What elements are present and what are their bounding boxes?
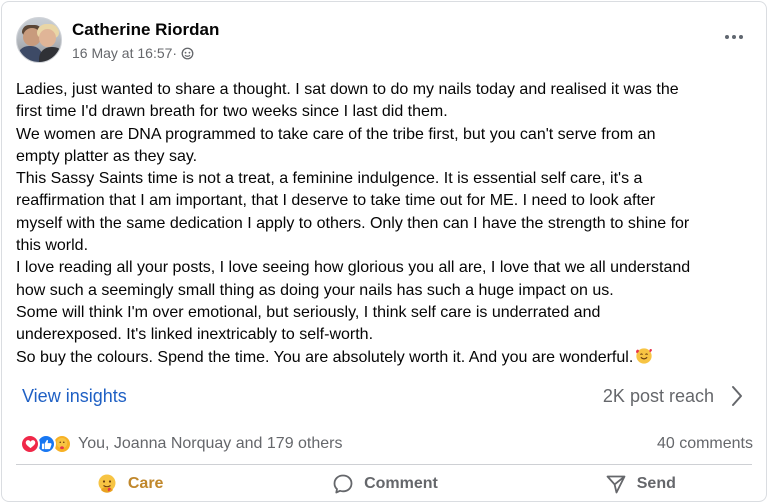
post-line: empty platter as they say. [16, 147, 198, 165]
post-line: This Sassy Saints time is not a treat, a… [16, 170, 643, 188]
action-bar: Care Comment Send [2, 466, 768, 502]
post-body: Ladies, just wanted to share a thought. … [16, 79, 760, 369]
comments-count[interactable]: 40 comments [657, 435, 753, 453]
reactors-text[interactable]: You, Joanna Norquay and 179 others [78, 435, 343, 453]
post-line: myself with the same dedication I apply … [16, 214, 690, 232]
view-insights-link[interactable]: View insights [22, 386, 127, 407]
author-name[interactable]: Catherine Riordan [72, 20, 219, 40]
divider [16, 464, 752, 465]
more-options-icon[interactable] [722, 27, 746, 47]
care-label: Care [127, 475, 164, 492]
post-line: reaffirmation that I am important, that … [16, 192, 656, 210]
care-button[interactable]: Care [2, 466, 257, 502]
post-line: this world. [16, 237, 89, 255]
post-timestamp[interactable]: 16 May at 16:57 [72, 45, 172, 61]
post-card: Catherine Riordan 16 May at 16:57 · Ladi… [1, 1, 767, 502]
meta-separator: · [172, 45, 178, 61]
comment-label: Comment [364, 475, 438, 492]
post-reach[interactable]: 2K post reach [603, 386, 714, 407]
post-line-last: So buy the colours. Spend the time. You … [16, 347, 760, 369]
send-button[interactable]: Send [513, 466, 768, 502]
comment-icon [333, 474, 353, 494]
send-label: Send [636, 475, 676, 492]
care-icon [98, 474, 116, 493]
post-line: underexposed. It's linked inextricably t… [16, 326, 374, 344]
post-line: how such a seemingly small thing as doin… [16, 281, 614, 299]
post-line-text: So buy the colours. Spend the time. You … [16, 348, 634, 366]
post-line: Ladies, just wanted to share a thought. … [16, 81, 679, 98]
post-line: Some will think I'm over emotional, but … [16, 303, 601, 321]
love-reaction-icon [20, 434, 40, 454]
audience-icon[interactable] [181, 47, 194, 60]
post-line: I love reading all your posts, I love se… [16, 259, 691, 277]
send-icon [606, 475, 626, 494]
post-header: Catherine Riordan 16 May at 16:57 · [16, 17, 752, 65]
post-meta: 16 May at 16:57 · [72, 45, 194, 61]
avatar[interactable] [16, 17, 62, 63]
smiling-face-with-hearts-icon [636, 347, 653, 364]
chevron-right-icon[interactable] [730, 383, 744, 409]
post-line: first time I'd drawn breath for two week… [16, 103, 448, 121]
post-line: We women are DNA programmed to take care… [16, 125, 656, 143]
comment-button[interactable]: Comment [257, 466, 512, 502]
reactions-summary[interactable]: You, Joanna Norquay and 179 others [20, 433, 343, 455]
